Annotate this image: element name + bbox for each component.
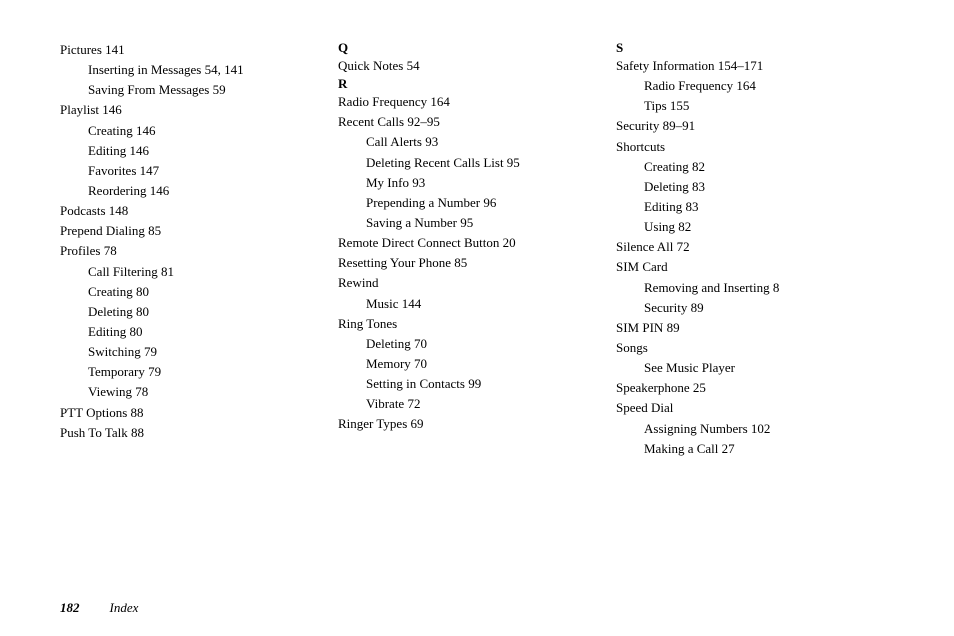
- main-entry: Playlist 146: [60, 100, 318, 120]
- section-letter-S: S: [616, 40, 623, 55]
- main-entry: Shortcuts: [616, 137, 874, 157]
- main-entry: Ringer Types 69: [338, 414, 596, 434]
- sub-entry: Call Filtering 81: [60, 262, 318, 282]
- sub-entry: Reordering 146: [60, 181, 318, 201]
- sub-entry: Editing 146: [60, 141, 318, 161]
- sub-entry: My Info 93: [338, 173, 596, 193]
- sub-entry: Creating 146: [60, 121, 318, 141]
- main-entry: Radio Frequency 164: [338, 92, 596, 112]
- section-letter-Q: Q: [338, 40, 348, 55]
- sub-entry: Radio Frequency 164: [616, 76, 874, 96]
- main-entry: Resetting Your Phone 85: [338, 253, 596, 273]
- sub-entry: Making a Call 27: [616, 439, 874, 459]
- sub-entry: Saving From Messages 59: [60, 80, 318, 100]
- sub-entry: Security 89: [616, 298, 874, 318]
- sub-entry: Deleting 80: [60, 302, 318, 322]
- sub-entry: Deleting 70: [338, 334, 596, 354]
- main-entry: Prepend Dialing 85: [60, 221, 318, 241]
- sub-entry: See Music Player: [616, 358, 874, 378]
- sub-entry: Assigning Numbers 102: [616, 419, 874, 439]
- sub-entry: Vibrate 72: [338, 394, 596, 414]
- sub-entry: Inserting in Messages 54, 141: [60, 60, 318, 80]
- column-1: Pictures 141Inserting in Messages 54, 14…: [60, 40, 338, 536]
- sub-entry: Setting in Contacts 99: [338, 374, 596, 394]
- footer: 182 Index: [60, 600, 894, 616]
- sub-entry: Deleting Recent Calls List 95: [338, 153, 596, 173]
- sub-entry: Creating 82: [616, 157, 874, 177]
- sub-entry: Memory 70: [338, 354, 596, 374]
- main-entry: Security 89–91: [616, 116, 874, 136]
- sub-entry: Viewing 78: [60, 382, 318, 402]
- main-entry: Speakerphone 25: [616, 378, 874, 398]
- sub-entry: Tips 155: [616, 96, 874, 116]
- main-entry: Remote Direct Connect Button 20: [338, 233, 596, 253]
- column-2: QQuick Notes 54RRadio Frequency 164Recen…: [338, 40, 616, 536]
- sub-entry: Removing and Inserting 8: [616, 278, 874, 298]
- main-entry: Rewind: [338, 273, 596, 293]
- sub-entry: Switching 79: [60, 342, 318, 362]
- sub-entry: Prepending a Number 96: [338, 193, 596, 213]
- main-entry: Profiles 78: [60, 241, 318, 261]
- main-entry: Silence All 72: [616, 237, 874, 257]
- main-entry: Push To Talk 88: [60, 423, 318, 443]
- sub-entry: Call Alerts 93: [338, 132, 596, 152]
- main-entry: SIM Card: [616, 257, 874, 277]
- section-letter-R: R: [338, 76, 347, 91]
- main-entry: Quick Notes 54: [338, 56, 596, 76]
- main-entry: Pictures 141: [60, 40, 318, 60]
- main-entry: Songs: [616, 338, 874, 358]
- sub-entry: Deleting 83: [616, 177, 874, 197]
- sub-entry: Music 144: [338, 294, 596, 314]
- sub-entry: Favorites 147: [60, 161, 318, 181]
- page-number: 182: [60, 600, 80, 616]
- column-3: SSafety Information 154–171Radio Frequen…: [616, 40, 894, 536]
- main-entry: Speed Dial: [616, 398, 874, 418]
- main-entry: Podcasts 148: [60, 201, 318, 221]
- sub-entry: Editing 80: [60, 322, 318, 342]
- content-area: Pictures 141Inserting in Messages 54, 14…: [60, 40, 894, 536]
- main-entry: Recent Calls 92–95: [338, 112, 596, 132]
- page: Pictures 141Inserting in Messages 54, 14…: [0, 0, 954, 636]
- sub-entry: Temporary 79: [60, 362, 318, 382]
- sub-entry: Creating 80: [60, 282, 318, 302]
- main-entry: SIM PIN 89: [616, 318, 874, 338]
- main-entry: Safety Information 154–171: [616, 56, 874, 76]
- main-entry: PTT Options 88: [60, 403, 318, 423]
- footer-label: Index: [110, 600, 139, 616]
- sub-entry: Using 82: [616, 217, 874, 237]
- sub-entry: Editing 83: [616, 197, 874, 217]
- main-entry: Ring Tones: [338, 314, 596, 334]
- sub-entry: Saving a Number 95: [338, 213, 596, 233]
